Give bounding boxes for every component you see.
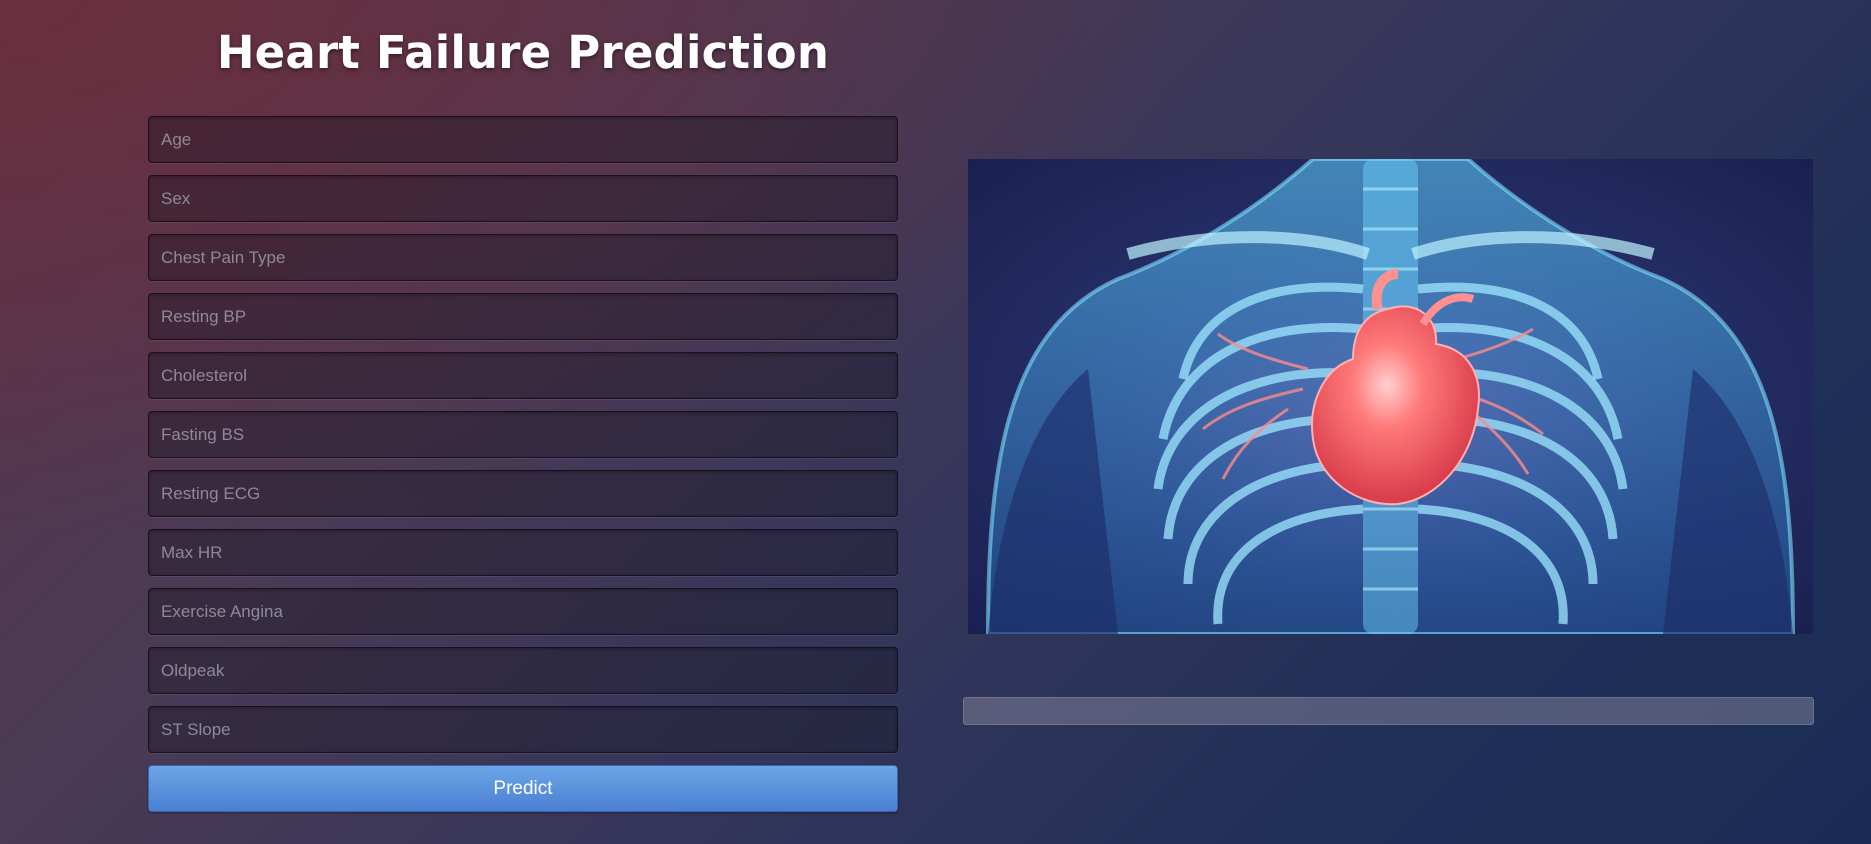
exercise-angina-input[interactable] xyxy=(148,588,898,635)
age-input[interactable] xyxy=(148,116,898,163)
heart-anatomy-image xyxy=(968,159,1813,634)
fasting-bs-input[interactable] xyxy=(148,411,898,458)
heart-anatomy-icon xyxy=(968,159,1813,634)
predict-button[interactable]: Predict xyxy=(148,765,898,812)
st-slope-input[interactable] xyxy=(148,706,898,753)
max-hr-input[interactable] xyxy=(148,529,898,576)
oldpeak-input[interactable] xyxy=(148,647,898,694)
prediction-result xyxy=(963,697,1814,725)
cholesterol-input[interactable] xyxy=(148,352,898,399)
resting-bp-input[interactable] xyxy=(148,293,898,340)
page-title: Heart Failure Prediction xyxy=(216,26,830,79)
sex-input[interactable] xyxy=(148,175,898,222)
prediction-form: Predict xyxy=(148,116,898,812)
resting-ecg-input[interactable] xyxy=(148,470,898,517)
chest-pain-type-input[interactable] xyxy=(148,234,898,281)
